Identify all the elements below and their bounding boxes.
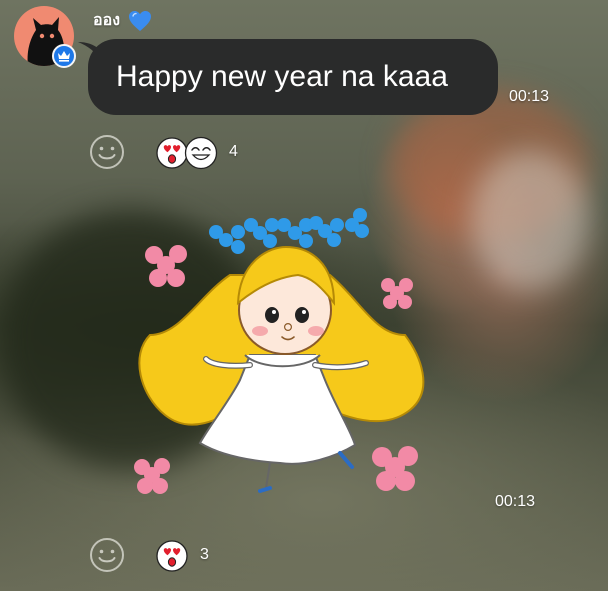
crown-badge-icon [52,44,76,68]
sender-name[interactable]: ออง [93,8,120,33]
blue-heart-icon [129,10,152,31]
message-time: 00:13 [509,88,550,105]
message-text: Happy new year na kaaa [116,60,448,93]
add-reaction-smiley-icon[interactable] [89,134,125,170]
sender-row: ออง [93,8,152,33]
message-bubble[interactable]: Happy new year na kaaa [88,39,498,115]
reaction-count: 4 [229,143,238,160]
background-blur-shape [470,150,590,290]
add-reaction-smiley-icon[interactable] [89,537,125,573]
heart-eyes-reaction-icon[interactable] [156,540,188,572]
long-blonde-hair-girl-dancing-sticker[interactable] [120,205,440,505]
reaction-count: 3 [200,546,209,563]
sticker-time: 00:13 [495,493,536,510]
laughing-reaction-icon[interactable] [184,136,218,170]
